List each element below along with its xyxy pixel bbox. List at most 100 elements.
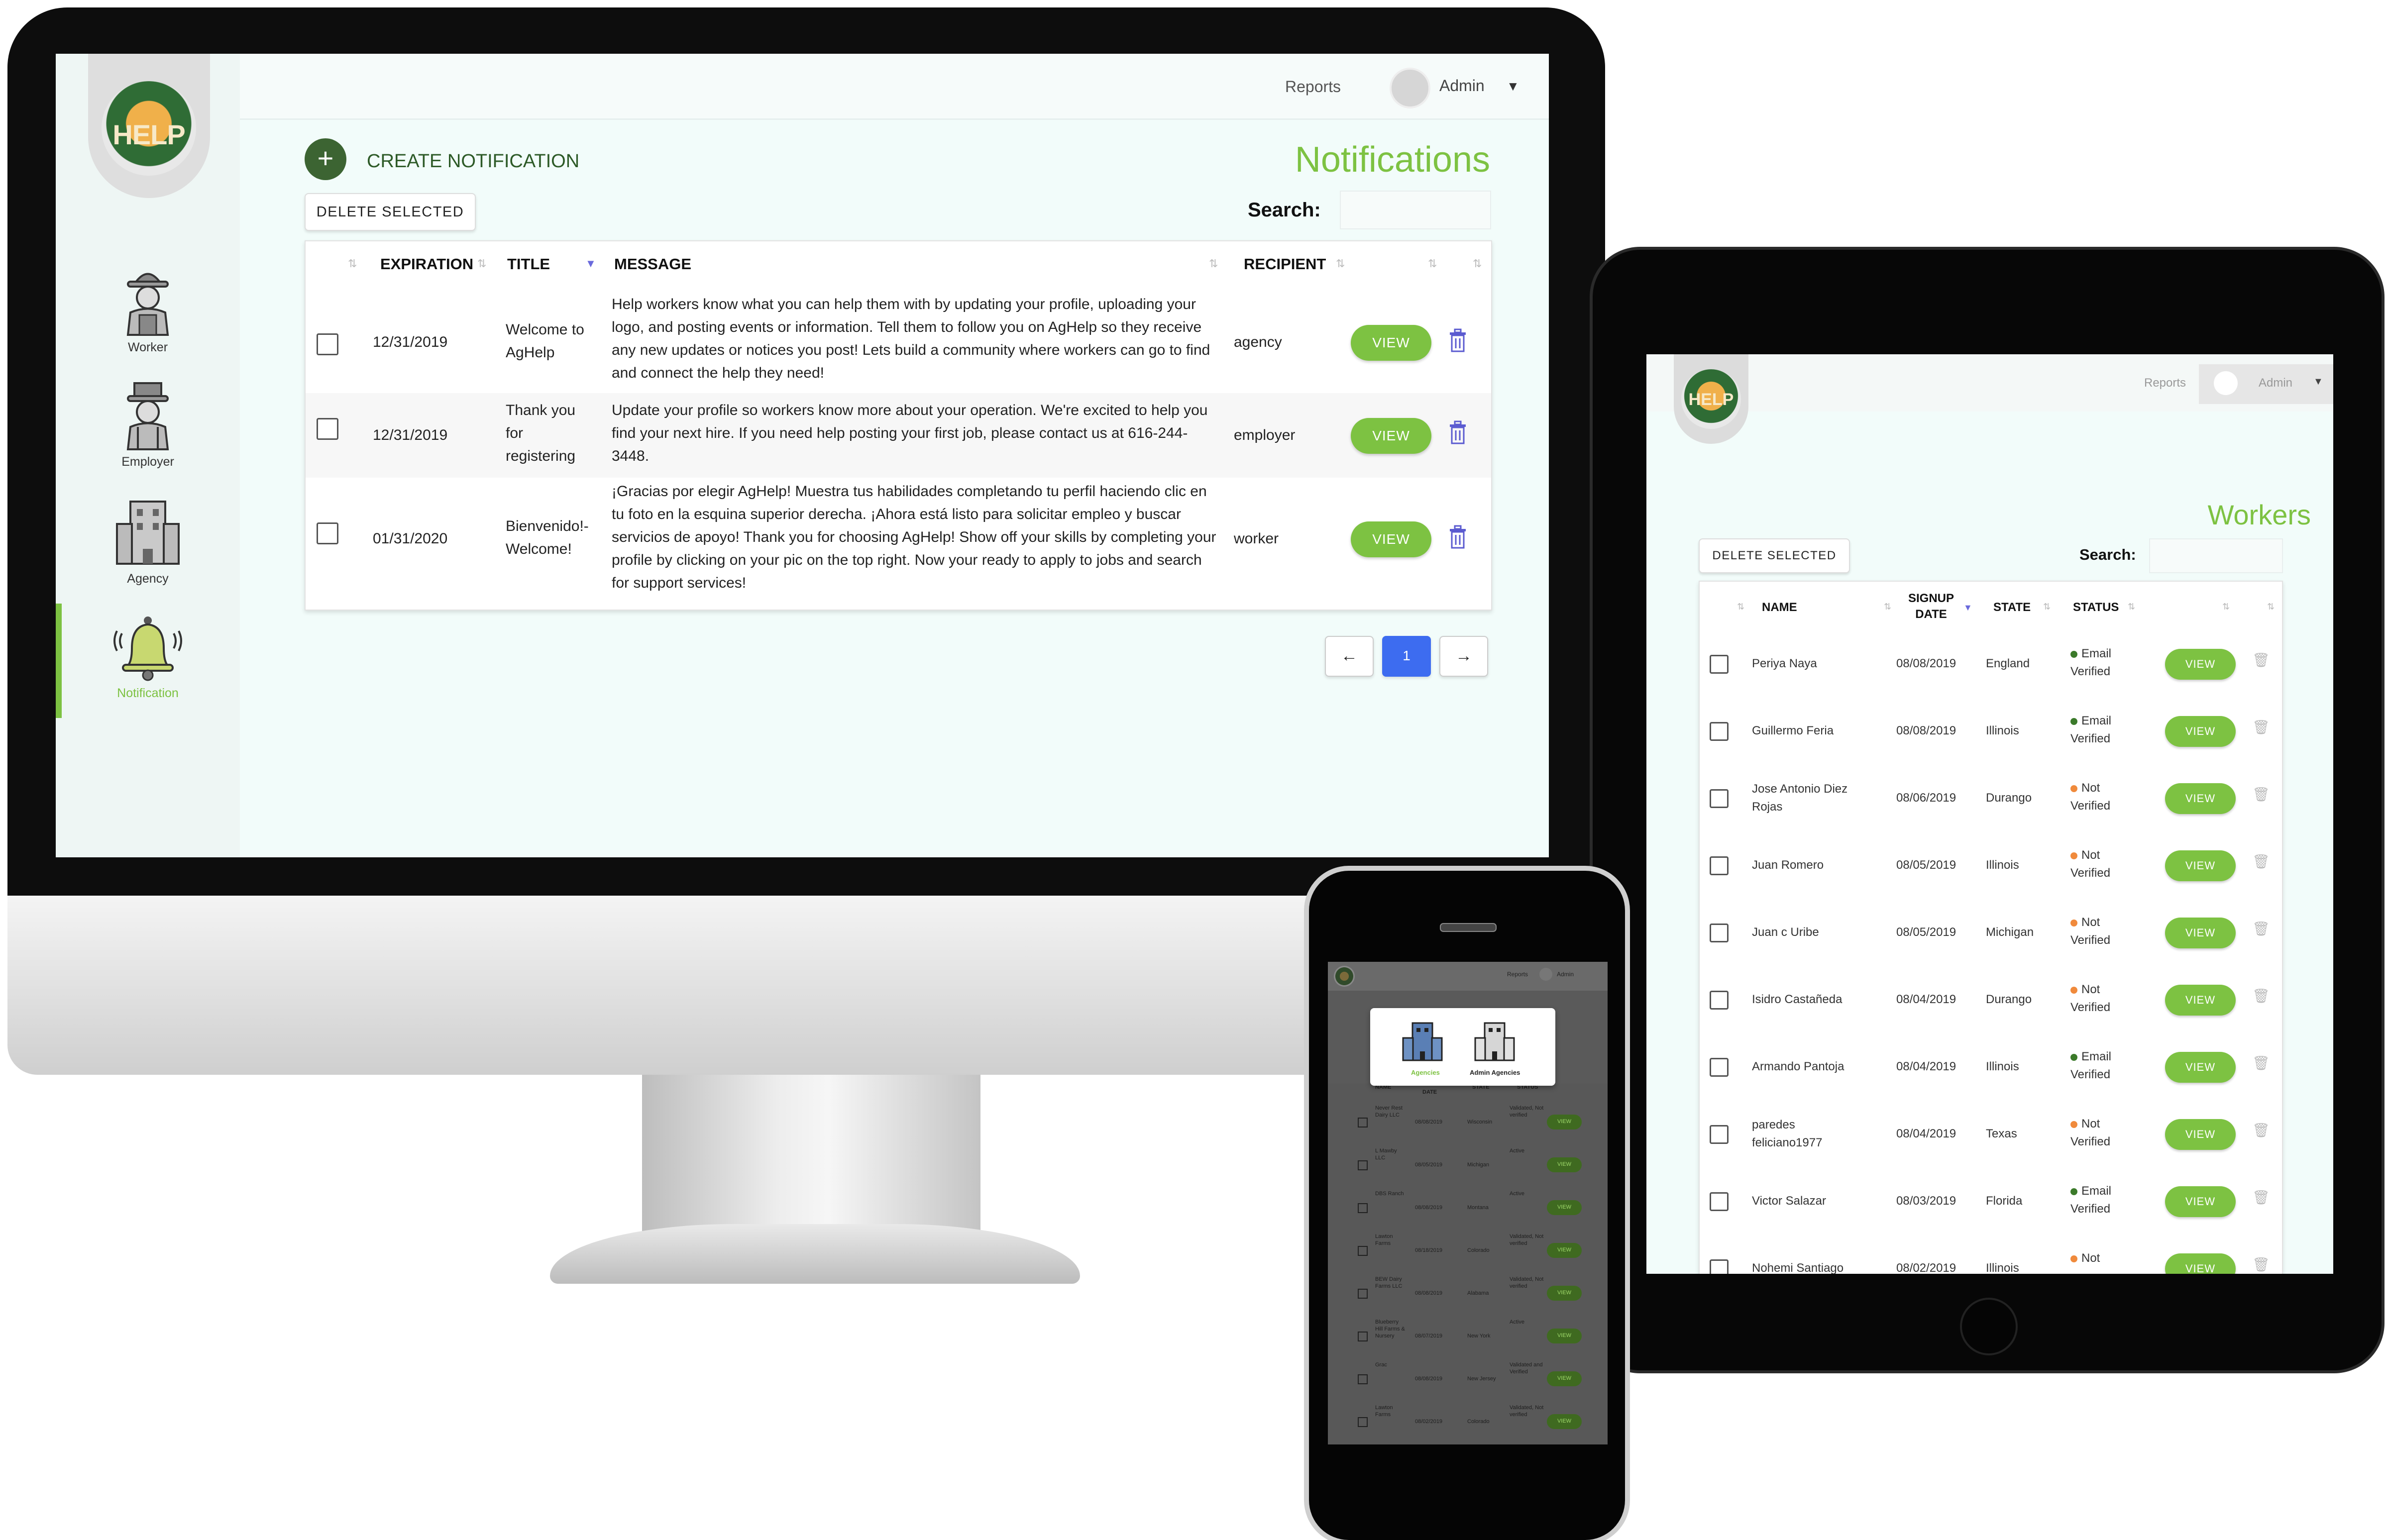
row-checkbox[interactable] [1358, 1246, 1368, 1256]
trash-icon[interactable]: 🗑 [2252, 921, 2270, 937]
row-checkbox[interactable] [1710, 1125, 1729, 1144]
column-header-signup-date[interactable]: SIGNUP DATE [1904, 591, 1958, 622]
column-header-state[interactable]: STATE [1993, 600, 2031, 616]
view-button[interactable]: VIEW [1547, 1115, 1582, 1129]
chevron-down-icon[interactable]: ▼ [1507, 79, 1519, 94]
view-button[interactable]: VIEW [2165, 985, 2236, 1016]
row-checkbox[interactable] [1358, 1417, 1368, 1427]
view-button[interactable]: VIEW [1547, 1286, 1582, 1301]
reports-link[interactable]: Reports [1285, 78, 1341, 96]
trash-icon[interactable]: 🗑 [2252, 988, 2270, 1004]
user-name[interactable]: Admin [1439, 77, 1485, 95]
view-button[interactable]: VIEW [1547, 1414, 1582, 1429]
trash-icon[interactable]: 🗑 [2252, 1189, 2270, 1206]
sort-icon[interactable]: ⇅ [477, 257, 486, 270]
row-checkbox[interactable] [317, 418, 338, 440]
sort-icon[interactable]: ⇅ [348, 257, 357, 270]
search-input[interactable] [2149, 538, 2283, 573]
trash-icon[interactable] [1448, 420, 1468, 445]
sidebar-item-employer[interactable]: Employer [56, 377, 240, 469]
row-checkbox[interactable] [1710, 789, 1729, 808]
delete-selected-button[interactable]: DELETE SELECTED [1699, 538, 1850, 573]
column-header-status[interactable]: STATUS [2073, 600, 2119, 616]
create-notification-button[interactable]: + [305, 138, 346, 180]
trash-icon[interactable]: 🗑 [2252, 853, 2270, 870]
delete-selected-button[interactable]: DELETE SELECTED [305, 193, 476, 231]
row-checkbox[interactable] [317, 333, 338, 355]
trash-icon[interactable]: 🗑 [2252, 719, 2270, 735]
sort-icon[interactable]: ⇅ [2128, 602, 2135, 612]
pagination-page-1[interactable]: 1 [1382, 636, 1431, 677]
row-checkbox[interactable] [1358, 1118, 1368, 1128]
view-button[interactable]: VIEW [2165, 918, 2236, 948]
view-button[interactable]: VIEW [1547, 1371, 1582, 1386]
sort-icon[interactable]: ⇅ [2043, 602, 2051, 612]
avatar[interactable] [2214, 371, 2238, 395]
row-checkbox[interactable] [1710, 856, 1729, 875]
sort-icon[interactable]: ⇅ [1473, 257, 1482, 270]
avatar[interactable] [1539, 968, 1552, 981]
sidebar-item-notification[interactable]: Notification [56, 614, 240, 701]
trash-icon[interactable]: 🗑 [2252, 786, 2270, 803]
column-header-expiration[interactable]: EXPIRATION [380, 255, 473, 273]
view-button[interactable]: VIEW [1351, 325, 1431, 361]
row-checkbox[interactable] [1710, 991, 1729, 1010]
column-header-name[interactable]: NAME [1762, 600, 1797, 616]
sidebar-item-worker[interactable]: Worker [56, 263, 240, 355]
column-header-title[interactable]: TITLE [507, 255, 550, 273]
column-header-message[interactable]: MESSAGE [614, 255, 691, 273]
pagination-prev-button[interactable]: ← [1325, 636, 1374, 677]
user-name[interactable]: Admin [2259, 376, 2292, 390]
trash-icon[interactable]: 🗑 [2252, 652, 2270, 668]
admin-agencies-option-label[interactable]: Admin Agencies [1470, 1069, 1520, 1076]
sort-icon[interactable]: ⇅ [1884, 602, 1891, 612]
sidebar-item-agency[interactable]: Agency [56, 494, 240, 586]
row-checkbox[interactable] [1358, 1332, 1368, 1341]
view-button[interactable]: VIEW [1547, 1200, 1582, 1215]
trash-icon[interactable]: 🗑 [2252, 1055, 2270, 1071]
trash-icon[interactable]: 🗑 [2252, 1256, 2270, 1273]
row-checkbox[interactable] [1358, 1203, 1368, 1213]
sort-icon[interactable]: ⇅ [1428, 257, 1437, 270]
view-button[interactable]: VIEW [2165, 1052, 2236, 1083]
sort-icon[interactable]: ⇅ [1209, 257, 1218, 270]
view-button[interactable]: VIEW [1351, 418, 1431, 454]
sort-icon[interactable]: ⇅ [1336, 257, 1345, 270]
sort-icon[interactable]: ⇅ [2267, 602, 2275, 612]
view-button[interactable]: VIEW [1547, 1243, 1582, 1258]
avatar[interactable] [1390, 68, 1430, 108]
view-button[interactable]: VIEW [1547, 1329, 1582, 1343]
sort-icon[interactable]: ⇅ [1737, 602, 1744, 612]
pagination-next-button[interactable]: → [1439, 636, 1488, 677]
sort-icon[interactable]: ⇅ [2222, 602, 2230, 612]
row-checkbox[interactable] [1358, 1289, 1368, 1299]
row-checkbox[interactable] [1710, 1192, 1729, 1211]
reports-link[interactable]: Reports [2144, 376, 2186, 390]
row-checkbox[interactable] [1710, 722, 1729, 741]
view-button[interactable]: VIEW [2165, 1186, 2236, 1217]
view-button[interactable]: VIEW [2165, 850, 2236, 881]
view-button[interactable]: VIEW [2165, 649, 2236, 680]
view-button[interactable]: VIEW [2165, 783, 2236, 814]
user-name[interactable]: Admin [1557, 971, 1574, 978]
sort-desc-icon[interactable]: ▼ [1963, 603, 1972, 613]
agencies-option-label[interactable]: Agencies [1411, 1069, 1440, 1076]
sort-desc-icon[interactable]: ▼ [585, 257, 596, 270]
chevron-down-icon[interactable]: ▼ [2313, 376, 2323, 388]
trash-icon[interactable]: 🗑 [2252, 1122, 2270, 1138]
row-checkbox[interactable] [1710, 1058, 1729, 1077]
row-checkbox[interactable] [1710, 924, 1729, 942]
aghelp-logo[interactable]: HELP [1681, 369, 1741, 429]
view-button[interactable]: VIEW [2165, 1253, 2236, 1274]
view-button[interactable]: VIEW [1351, 521, 1431, 557]
admin-agency-building-icon[interactable] [1472, 1019, 1517, 1064]
aghelp-logo[interactable]: HELP [102, 81, 196, 176]
row-checkbox[interactable] [1710, 1259, 1729, 1274]
row-checkbox[interactable] [1358, 1374, 1368, 1384]
view-button[interactable]: VIEW [1547, 1157, 1582, 1172]
create-notification-label[interactable]: CREATE NOTIFICATION [367, 151, 579, 172]
row-checkbox[interactable] [317, 522, 338, 544]
agency-building-icon[interactable] [1400, 1019, 1445, 1064]
row-checkbox[interactable] [1358, 1160, 1368, 1170]
view-button[interactable]: VIEW [2165, 716, 2236, 747]
